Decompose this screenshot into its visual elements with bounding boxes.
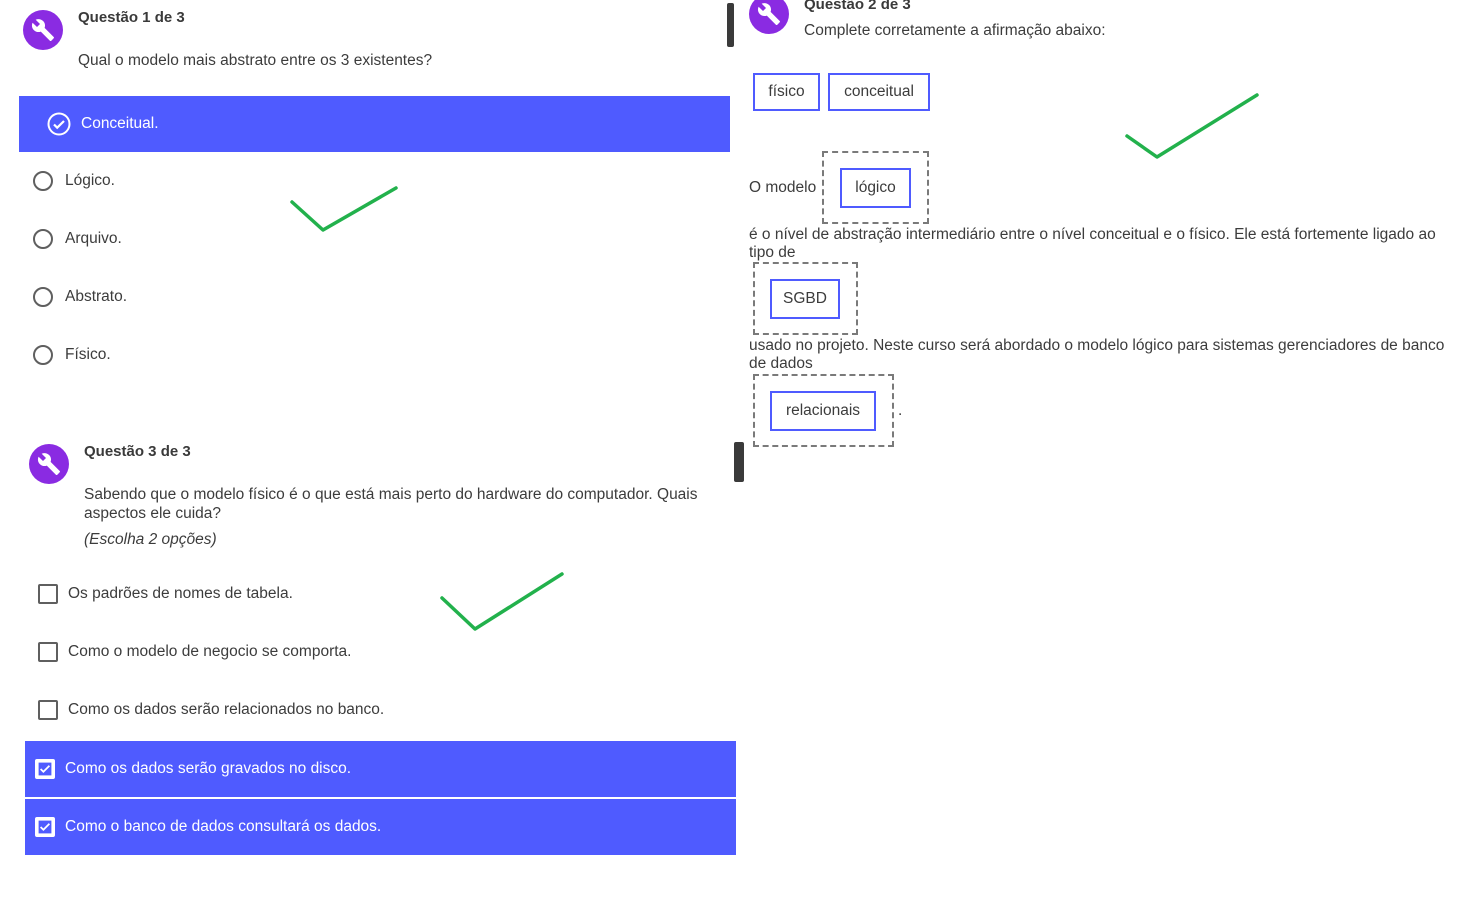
q1-option-conceitual[interactable]: Conceitual. — [19, 96, 730, 152]
radio-checked-icon — [47, 112, 71, 136]
word-bank-chip-fisico[interactable]: físico — [753, 73, 820, 111]
checkmark-annotation-icon — [1125, 93, 1259, 159]
question-3-hint: (Escolha 2 opções) — [84, 531, 217, 548]
q1-option-label: Físico. — [65, 346, 111, 363]
question-2-prompt: Complete corretamente a afirmação abaixo… — [804, 22, 1106, 39]
scrollbar-thumb[interactable] — [734, 442, 744, 482]
checkbox-checked-icon — [35, 817, 55, 837]
fill-text-1: O modelo — [749, 179, 817, 196]
fill-text-2: é o nível de abstração intermediário ent… — [749, 226, 1436, 261]
q3-option-relacionados[interactable]: Como os dados serão relacionados no banc… — [25, 682, 736, 738]
wrench-badge-icon — [29, 444, 69, 484]
q3-option-label: Como o modelo de negocio se comporta. — [68, 643, 352, 660]
q3-option-gravados[interactable]: Como os dados serão gravados no disco. — [25, 741, 736, 797]
blank-chip-sgbd[interactable]: SGBD — [770, 279, 840, 319]
q1-option-abstrato[interactable]: Abstrato. — [19, 269, 730, 325]
q3-option-label: Os padrões de nomes de tabela. — [68, 585, 293, 602]
q3-option-negocio[interactable]: Como o modelo de negocio se comporta. — [25, 624, 736, 680]
q3-option-label: Como o banco de dados consultará os dado… — [65, 818, 382, 835]
radio-icon — [33, 229, 53, 249]
wrench-badge-icon — [749, 0, 789, 34]
q1-option-label: Conceitual. — [81, 115, 159, 132]
q1-option-label: Abstrato. — [65, 288, 128, 305]
blank-chip-logico[interactable]: lógico — [840, 168, 911, 208]
q3-option-padroes[interactable]: Os padrões de nomes de tabela. — [25, 566, 736, 622]
q3-option-consultara[interactable]: Como o banco de dados consultará os dado… — [25, 799, 736, 855]
q3-option-label: Como os dados serão gravados no disco. — [65, 760, 352, 777]
question-2-title: Questão 2 de 3 — [804, 0, 911, 13]
question-3-title: Questão 3 de 3 — [84, 443, 191, 460]
checkbox-icon — [38, 584, 58, 604]
radio-icon — [33, 171, 53, 191]
checkbox-icon — [38, 700, 58, 720]
checkbox-checked-icon — [35, 759, 55, 779]
q1-option-fisico[interactable]: Físico. — [19, 327, 730, 383]
q1-option-label: Lógico. — [65, 172, 115, 189]
scrollbar-thumb[interactable] — [727, 3, 734, 47]
wrench-badge-icon — [23, 10, 63, 50]
radio-icon — [33, 287, 53, 307]
checkmark-annotation-icon — [290, 186, 398, 232]
question-1-prompt: Qual o modelo mais abstrato entre os 3 e… — [78, 52, 433, 69]
checkmark-annotation-icon — [440, 572, 564, 631]
q3-option-label: Como os dados serão relacionados no banc… — [68, 701, 385, 718]
question-3-prompt: Sabendo que o modelo físico é o que está… — [84, 486, 698, 522]
question-1-title: Questão 1 de 3 — [78, 9, 185, 26]
q1-option-label: Arquivo. — [65, 230, 122, 247]
word-bank-chip-conceitual[interactable]: conceitual — [828, 73, 930, 111]
radio-icon — [33, 345, 53, 365]
fill-text-3: usado no projeto. Neste curso será abord… — [749, 337, 1445, 372]
checkbox-icon — [38, 642, 58, 662]
blank-chip-relacionais[interactable]: relacionais — [770, 391, 876, 431]
fill-text-end: . — [898, 402, 903, 419]
